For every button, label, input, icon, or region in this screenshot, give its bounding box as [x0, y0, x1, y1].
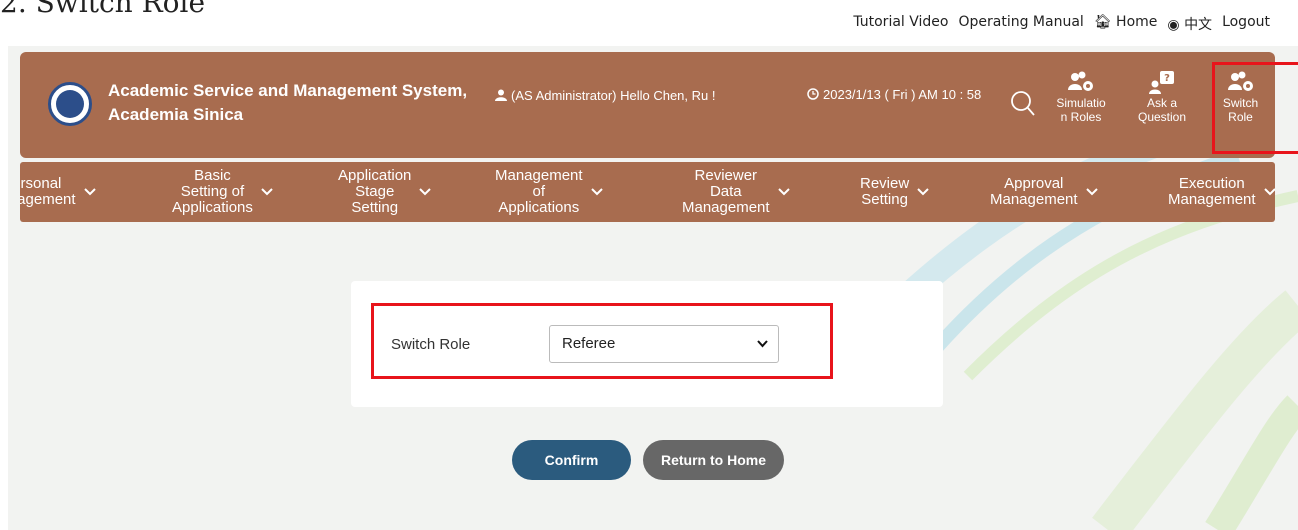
user-icon [495, 89, 507, 101]
document-heading: 2. Switch Role [0, 0, 206, 19]
role-select[interactable]: Referee [549, 325, 779, 363]
svg-text:?: ? [1164, 73, 1170, 84]
users-gear-icon [1068, 71, 1093, 91]
chevron-down-icon [83, 188, 96, 196]
chevron-down-icon [419, 188, 432, 196]
home-link[interactable]: 🏠︎ Home [1094, 14, 1158, 34]
nav-reviewer-data[interactable]: Reviewer Data Management [682, 162, 790, 222]
chevron-down-icon [590, 188, 603, 196]
confirm-button[interactable]: Confirm [512, 440, 631, 480]
simulation-roles-button[interactable]: Simulatio n Roles [1050, 70, 1112, 124]
main-nav: Personal Management Basic Setting of App… [20, 162, 1275, 222]
top-links: Tutorial Video Operating Manual 🏠︎ Home … [853, 14, 1270, 34]
nav-approval-management[interactable]: Approval Management [990, 162, 1098, 222]
datetime: 2023/1/13 ( Fri ) AM 10 : 58 [807, 86, 1007, 104]
nav-personal-management[interactable]: Personal Management [20, 162, 96, 222]
nav-basic-setting[interactable]: Basic Setting of Applications [172, 162, 273, 222]
switch-role-highlight [1212, 62, 1298, 154]
clock-icon [807, 88, 819, 100]
nav-application-stage[interactable]: Application Stage Setting [338, 162, 432, 222]
switch-role-label: Switch Role [391, 336, 471, 353]
chevron-down-icon [757, 340, 768, 348]
chevron-down-icon [1263, 188, 1275, 196]
ask-question-button[interactable]: ? Ask a Question [1130, 70, 1194, 124]
role-select-value: Referee [562, 335, 616, 352]
nav-review-setting[interactable]: Review Setting [860, 162, 929, 222]
user-greeting: (AS Administrator) Hello Chen, Ru ! [495, 87, 785, 105]
search-icon[interactable] [1010, 90, 1036, 118]
chevron-down-icon [1085, 188, 1098, 196]
nav-execution-management[interactable]: Execution Management [1168, 162, 1275, 222]
home-icon: 🏠︎ [1093, 14, 1112, 30]
question-bubble-icon: ? [1149, 71, 1174, 94]
nav-management-applications[interactable]: Management of Applications [495, 162, 603, 222]
tutorial-video-link[interactable]: Tutorial Video [853, 14, 948, 34]
return-home-button[interactable]: Return to Home [643, 440, 784, 480]
chevron-down-icon [261, 188, 273, 196]
logout-link[interactable]: Logout [1222, 14, 1270, 34]
chevron-down-icon [777, 188, 790, 196]
operating-manual-link[interactable]: Operating Manual [958, 14, 1083, 34]
globe-icon: ◉ [1167, 17, 1180, 33]
system-title: Academic Service and Management System, … [108, 81, 468, 124]
academia-sinica-logo [48, 82, 92, 126]
language-link[interactable]: ◉ 中文 [1167, 14, 1212, 34]
chevron-down-icon [917, 188, 929, 196]
header-bar: Academic Service and Management System, … [20, 52, 1275, 158]
